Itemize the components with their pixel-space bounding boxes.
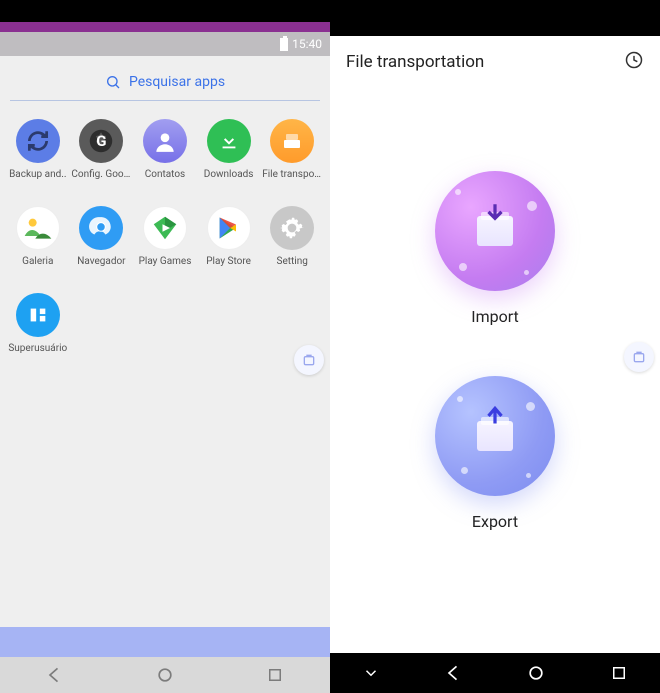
page-title: File transportation xyxy=(346,52,484,72)
battery-icon xyxy=(280,38,288,51)
floating-assist-button-left[interactable] xyxy=(294,345,324,375)
search-apps-row[interactable]: Pesquisar apps xyxy=(0,56,330,100)
play-games-icon xyxy=(143,206,187,250)
contacts-icon xyxy=(143,119,187,163)
app-label: Superusuário xyxy=(8,343,67,354)
import-button[interactable]: Import xyxy=(435,171,555,326)
bottom-accent-bar xyxy=(0,627,330,657)
status-bar: 15:40 xyxy=(0,32,330,56)
main-actions: Import Export xyxy=(330,88,660,653)
status-time: 15:40 xyxy=(292,37,322,51)
history-icon[interactable] xyxy=(624,50,644,74)
header: File transportation xyxy=(330,36,660,88)
right-phone-screenshot: File transportation Import Export xyxy=(330,0,660,693)
backup-icon xyxy=(16,119,60,163)
nav-dropdown-button[interactable] xyxy=(360,662,382,684)
app-backup[interactable]: Backup and.. xyxy=(8,119,68,180)
nav-recents-button[interactable] xyxy=(264,664,286,686)
status-bar-accent xyxy=(0,22,330,32)
app-label: Play Games xyxy=(139,256,192,267)
export-label: Export xyxy=(472,512,518,531)
nav-bar-left xyxy=(0,657,330,693)
app-contacts[interactable]: Contatos xyxy=(135,119,195,180)
nav-home-button[interactable] xyxy=(525,662,547,684)
google-settings-icon: G xyxy=(79,119,123,163)
search-placeholder: Pesquisar apps xyxy=(129,74,225,90)
status-bar-black xyxy=(330,0,660,36)
app-superuser[interactable]: Superusuário xyxy=(8,293,68,354)
app-google-settings[interactable]: G Config. Goog.. xyxy=(71,119,131,180)
app-downloads[interactable]: Downloads xyxy=(199,119,259,180)
app-label: Downloads xyxy=(204,169,254,180)
superuser-icon xyxy=(16,293,60,337)
app-label: Backup and.. xyxy=(9,169,66,180)
app-label: Config. Goog.. xyxy=(71,169,131,180)
app-settings[interactable]: Setting xyxy=(262,206,322,267)
nav-home-button[interactable] xyxy=(154,664,176,686)
nav-bar-right xyxy=(330,653,660,693)
app-label: Play Store xyxy=(206,256,251,267)
play-store-icon xyxy=(207,206,251,250)
app-label: Setting xyxy=(277,256,308,267)
browser-icon xyxy=(79,206,123,250)
app-play-store[interactable]: Play Store xyxy=(199,206,259,267)
settings-icon xyxy=(270,206,314,250)
app-label: Navegador xyxy=(77,256,125,267)
gallery-icon xyxy=(16,206,60,250)
file-transport-icon xyxy=(270,119,314,163)
app-gallery[interactable]: Galeria xyxy=(8,206,68,267)
search-icon xyxy=(105,74,121,90)
floating-assist-button-right[interactable] xyxy=(624,342,654,372)
export-circle-icon xyxy=(435,376,555,496)
downloads-icon xyxy=(207,119,251,163)
nav-recents-button[interactable] xyxy=(608,662,630,684)
export-button[interactable]: Export xyxy=(435,376,555,531)
app-label: File transpor.. xyxy=(262,169,322,180)
nav-back-button[interactable] xyxy=(443,662,465,684)
app-file-transport[interactable]: File transpor.. xyxy=(262,119,322,180)
app-browser[interactable]: Navegador xyxy=(71,206,131,267)
import-label: Import xyxy=(471,307,519,326)
app-play-games[interactable]: Play Games xyxy=(135,206,195,267)
nav-back-button[interactable] xyxy=(44,664,66,686)
app-label: Galeria xyxy=(22,256,53,267)
top-black-bar xyxy=(0,0,330,22)
left-phone-screenshot: 15:40 Pesquisar apps Backup and.. G Conf… xyxy=(0,0,330,693)
app-label: Contatos xyxy=(145,169,185,180)
import-circle-icon xyxy=(435,171,555,291)
apps-grid: Backup and.. G Config. Goog.. Contatos D… xyxy=(0,101,330,354)
